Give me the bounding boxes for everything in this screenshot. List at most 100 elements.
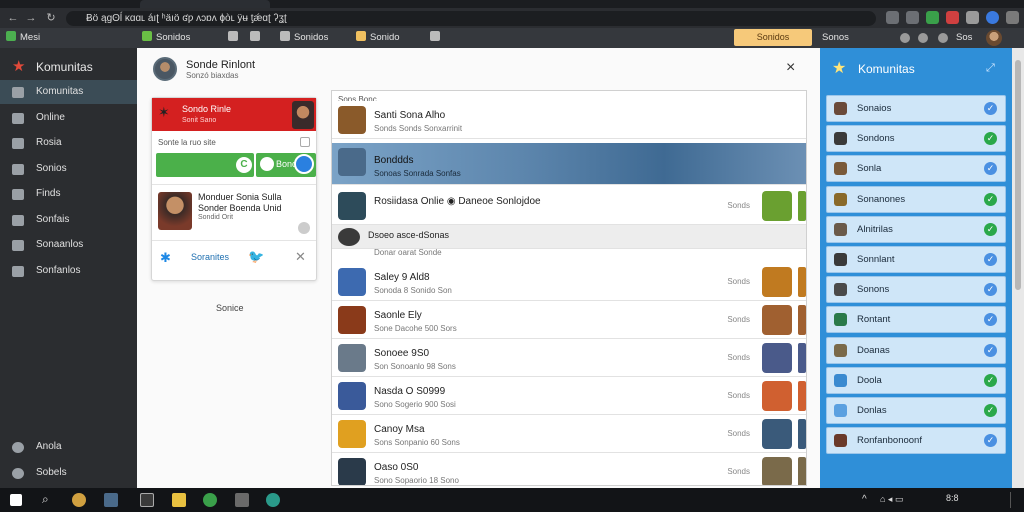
status-check-icon[interactable]: ✓ (984, 192, 997, 206)
app-icon[interactable] (266, 493, 280, 507)
tray-icons[interactable]: ⌂ ◂ ▭ (880, 494, 940, 506)
item-icon (834, 404, 847, 417)
list-item[interactable]: Oaso 0S0 Sono Sopaorio 18 Sono Sonds (332, 453, 806, 485)
forward-icon[interactable]: → (24, 11, 38, 25)
list-item-right-thumb (762, 305, 792, 335)
sidebar-bottom-item[interactable]: Sobels (0, 461, 137, 485)
app-icon[interactable] (104, 493, 118, 507)
status-check-icon[interactable]: ✓ (984, 162, 997, 176)
right-panel-item[interactable]: Sondons ✓ (826, 125, 1006, 153)
star-icon[interactable] (906, 11, 919, 24)
extension-icon[interactable] (966, 11, 979, 24)
close-icon[interactable]: ✕ (295, 249, 306, 265)
folder-icon[interactable] (172, 493, 186, 507)
sidebar-item[interactable]: Finds (0, 182, 137, 206)
sidebar-item[interactable]: Sonios (0, 157, 137, 181)
chevron-up-icon[interactable]: ^ (862, 494, 867, 505)
right-panel-item[interactable]: Doanas ✓ (826, 336, 1006, 364)
right-panel-item[interactable]: Doola ✓ (826, 366, 1006, 394)
right-panel-item[interactable]: Rontant ✓ (826, 306, 1006, 334)
show-desktop[interactable] (1010, 492, 1018, 508)
status-check-icon[interactable]: ✓ (984, 373, 997, 387)
search-icon[interactable]: ⌕ (42, 492, 49, 507)
right-panel-item[interactable]: Sonaios ✓ (826, 95, 1006, 122)
list-item[interactable]: Nasda O S0999 Sono Sogerio 900 Sosi Sonds (332, 377, 806, 415)
list-item[interactable]: Canoy Msa Sons Sonpanio 60 Sons Sonds (332, 415, 806, 453)
list-item[interactable]: Bonddds Sonoas Sonrada Sonfas (332, 143, 806, 185)
right-panel-item[interactable]: Sonla ✓ (826, 155, 1006, 183)
settings-icon[interactable] (900, 33, 910, 43)
right-panel-item[interactable]: Donlas ✓ (826, 397, 1006, 424)
expand-icon[interactable]: ⤢ (986, 62, 995, 75)
url-field[interactable]: Ƀö ągʘĺ ĸɑɑʟ áıʈ ʰäıö ʛƿ ʌɔɒʌ ɸòʟ ÿʉ ƫǽɑ… (66, 11, 876, 26)
bookmark-label[interactable]: Sos (956, 31, 972, 45)
status-check-icon[interactable]: ✓ (984, 102, 997, 115)
list-item-time: Sonds (727, 201, 750, 210)
list-item[interactable]: Sonoee 9S0 Son Sonoanlo 98 Sons Sonds (332, 339, 806, 377)
profile-icon[interactable] (986, 11, 999, 24)
list-thumbnail (338, 192, 366, 220)
right-panel-item[interactable]: Sonnlant ✓ (826, 246, 1006, 273)
sidebar-item[interactable]: Komunitas (0, 80, 137, 104)
extension-icon[interactable] (886, 11, 899, 24)
bookmark-highlight[interactable]: Sonidos (734, 29, 812, 46)
right-panel-item[interactable]: Sonons ✓ (826, 276, 1006, 304)
list-item[interactable]: Saley 9 Ald8 Sonoda 8 Sonido Son Sonds (332, 263, 806, 301)
extension-icon[interactable] (946, 11, 959, 24)
menu-icon[interactable] (1006, 11, 1019, 24)
toggle-icon[interactable] (294, 154, 314, 174)
right-panel-item[interactable]: Alnitrilas ✓ (826, 215, 1006, 243)
bookmark-item[interactable]: Sonidos (280, 31, 328, 45)
settings-icon[interactable] (918, 33, 928, 43)
bookmark-item[interactable]: Mesi (6, 31, 40, 45)
bookmark-item[interactable] (228, 31, 242, 45)
scrollbar[interactable] (1012, 48, 1024, 488)
bookmark-item[interactable] (250, 31, 264, 45)
item-icon (834, 283, 847, 297)
share-icon[interactable]: ✱ (160, 250, 171, 266)
status-check-icon[interactable]: ✓ (984, 313, 997, 327)
active-tab[interactable] (140, 0, 270, 8)
bookmark-item[interactable]: Sonidos (142, 31, 190, 45)
sidebar-item[interactable]: Sonaanlos (0, 233, 137, 257)
list-item[interactable]: Saonle Ely Sone Dacohe 500 Sors Sonds (332, 301, 806, 339)
back-icon[interactable]: ← (6, 11, 20, 25)
extension-icon[interactable] (926, 11, 939, 24)
bookmark-item[interactable] (430, 31, 444, 45)
app-icon[interactable] (72, 493, 86, 507)
status-check-icon[interactable]: ✓ (984, 404, 997, 417)
twitter-icon[interactable]: 🐦 (248, 249, 264, 265)
status-check-icon[interactable]: ✓ (984, 283, 997, 297)
scrollbar-thumb[interactable] (1015, 60, 1021, 290)
more-icon[interactable] (298, 222, 310, 234)
list-item[interactable]: Dsoeo asce-dSonas Donar oarat Sonde (332, 225, 806, 257)
right-panel-item[interactable]: Ronfanbonoonf ✓ (826, 427, 1006, 455)
list-item-title: Sonoee 9S0 (374, 348, 430, 359)
status-check-icon[interactable]: ✓ (984, 253, 997, 266)
browser-icon[interactable] (203, 493, 217, 507)
sidebar-item[interactable]: Rosia (0, 131, 137, 155)
sidebar-item[interactable]: Sonfanlos (0, 259, 137, 283)
status-check-icon[interactable]: ✓ (984, 434, 997, 448)
sidebar-item[interactable]: Online (0, 106, 137, 130)
app-icon[interactable] (140, 493, 154, 507)
right-panel-item-label: Sonla (857, 163, 882, 175)
status-check-icon[interactable]: ✓ (984, 222, 997, 236)
status-check-icon[interactable]: ✓ (984, 343, 997, 357)
list-item[interactable]: Santi Sona Alho Sonds Sonds Sonxarrinit (332, 101, 806, 139)
list-item[interactable]: Rosiidasa Onlie ◉ Daneoe Sonlojdoe Sonds (332, 187, 806, 225)
bookmark-item[interactable]: Sonido (356, 31, 400, 45)
windows-start-icon[interactable] (10, 494, 22, 506)
right-panel-item[interactable]: Sonanones ✓ (826, 185, 1006, 213)
share-label[interactable]: Soranites (191, 252, 229, 262)
settings-icon[interactable] (938, 33, 948, 43)
app-icon[interactable] (235, 493, 249, 507)
sidebar-bottom-item[interactable]: Anola (0, 435, 137, 459)
sidebar-item[interactable]: Sonfais (0, 208, 137, 232)
close-icon[interactable]: × (786, 59, 795, 77)
status-check-icon[interactable]: ✓ (984, 132, 997, 146)
checkbox[interactable] (300, 137, 310, 147)
bookmark-label[interactable]: Sonos (822, 31, 849, 45)
avatar[interactable] (986, 30, 1002, 46)
reload-icon[interactable]: ↻ (44, 11, 58, 25)
